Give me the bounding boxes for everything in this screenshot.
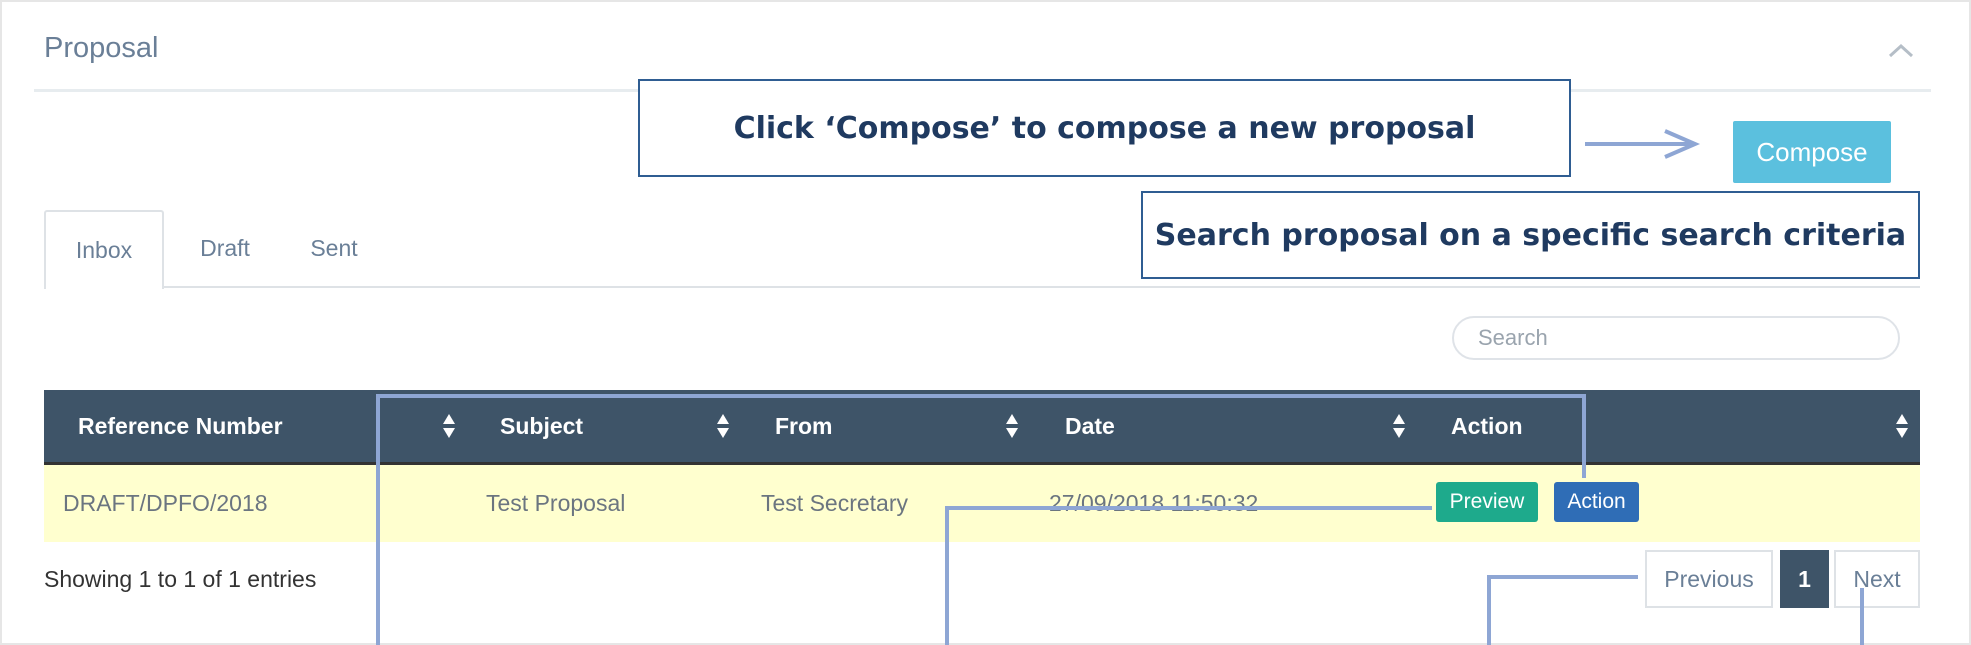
- tab-draft[interactable]: Draft: [180, 210, 270, 286]
- column-header-date[interactable]: Date: [1065, 390, 1115, 462]
- column-header-from[interactable]: From: [775, 390, 833, 462]
- panel-title: Proposal: [44, 32, 159, 64]
- table-header: Reference Number Subject From Date Actio…: [44, 390, 1920, 462]
- search-callout: Search proposal on a specific search cri…: [1141, 191, 1920, 279]
- pagination-next[interactable]: Next: [1834, 550, 1920, 608]
- table-row: DRAFT/DPFO/2018 Test Proposal Test Secre…: [44, 462, 1920, 542]
- column-header-subject[interactable]: Subject: [500, 390, 583, 462]
- cell-subject: Test Proposal: [486, 490, 626, 516]
- column-header-action[interactable]: Action: [1451, 390, 1523, 462]
- entries-summary: Showing 1 to 1 of 1 entries: [44, 566, 317, 592]
- search-input[interactable]: [1452, 316, 1900, 360]
- tab-inbox[interactable]: Inbox: [44, 210, 164, 289]
- preview-button[interactable]: Preview: [1436, 482, 1538, 522]
- pagination-page-1[interactable]: 1: [1780, 550, 1829, 608]
- tab-sent[interactable]: Sent: [289, 210, 379, 286]
- compose-callout: Click ‘Compose’ to compose a new proposa…: [638, 79, 1571, 177]
- sort-icon[interactable]: [716, 412, 730, 440]
- sort-icon[interactable]: [442, 412, 456, 440]
- sort-icon[interactable]: [1895, 412, 1909, 440]
- pagination-previous[interactable]: Previous: [1645, 550, 1773, 608]
- sort-icon[interactable]: [1005, 412, 1019, 440]
- cell-from: Test Secretary: [761, 490, 908, 516]
- compose-button[interactable]: Compose: [1733, 121, 1891, 183]
- cell-date: 27/09/2018 11:50:32: [1049, 490, 1259, 516]
- cell-reference: DRAFT/DPFO/2018: [63, 490, 268, 516]
- sort-icon[interactable]: [1392, 412, 1406, 440]
- chevron-up-icon[interactable]: [1886, 40, 1916, 60]
- column-header-reference[interactable]: Reference Number: [78, 390, 283, 462]
- action-button[interactable]: Action: [1554, 482, 1639, 522]
